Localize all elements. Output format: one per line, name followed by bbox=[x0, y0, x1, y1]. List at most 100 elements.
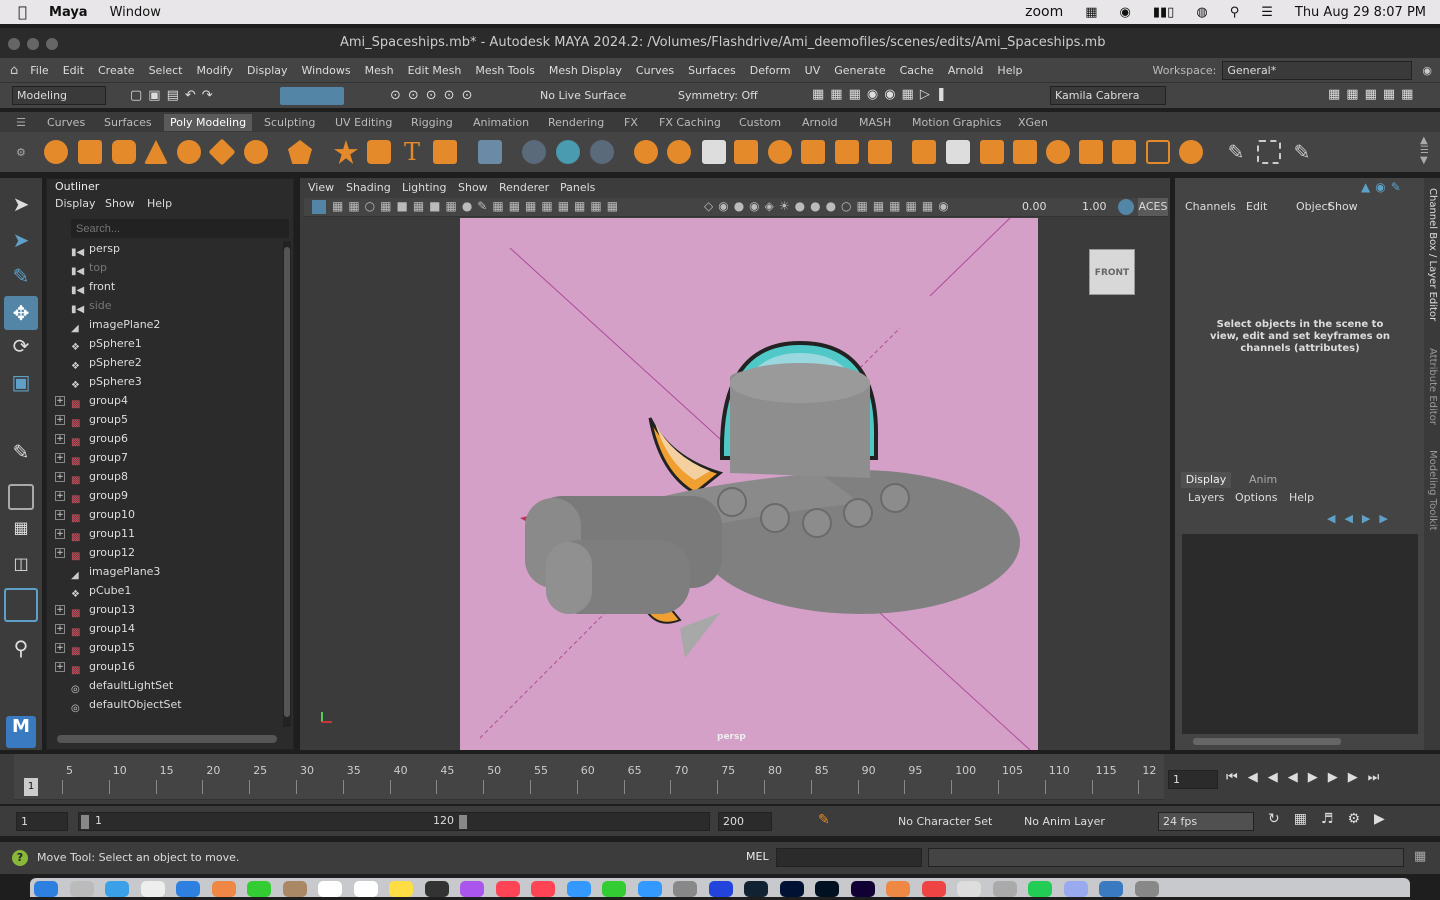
offset-edge-loop-icon[interactable] bbox=[1179, 140, 1203, 164]
current-frame-field[interactable]: 1 bbox=[1168, 770, 1218, 789]
expand-icon[interactable]: + bbox=[55, 396, 65, 406]
outliner-item[interactable]: ▮◀ top bbox=[55, 258, 107, 277]
menu-edit-mesh[interactable]: Edit Mesh bbox=[408, 64, 462, 77]
shelf-options-icon[interactable]: ⚙ bbox=[16, 146, 26, 159]
reminders-icon[interactable] bbox=[353, 881, 378, 897]
outliner-item[interactable]: ◎ defaultObjectSet bbox=[55, 695, 182, 714]
apple-icon[interactable]:  bbox=[18, 3, 27, 21]
render-icons[interactable]: ▦▦▦◉◉▦▷❚ bbox=[812, 87, 1002, 105]
outliner-item[interactable]: ▮◀ front bbox=[55, 277, 115, 296]
poly-cone-icon[interactable] bbox=[144, 140, 168, 164]
mail-icon[interactable] bbox=[176, 881, 200, 897]
outliner-item[interactable]: ❖ pSphere3 bbox=[55, 372, 142, 391]
shelf-tab-mash[interactable]: MASH bbox=[853, 114, 897, 131]
side-tab-modeling-toolkit[interactable]: Modeling Toolkit bbox=[1426, 450, 1438, 540]
range-slider[interactable]: 1 120 bbox=[78, 812, 710, 831]
chrome-app-icon[interactable] bbox=[921, 881, 946, 897]
colorspace-label[interactable]: ACES bbox=[1138, 198, 1168, 216]
search-app-icon[interactable] bbox=[992, 881, 1017, 897]
menu-curves[interactable]: Curves bbox=[636, 64, 674, 77]
system-settings-icon[interactable] bbox=[673, 881, 697, 897]
outliner-vertical-scrollbar[interactable] bbox=[283, 241, 291, 727]
outliner-menu-display[interactable]: Display bbox=[55, 197, 96, 210]
expand-icon[interactable]: + bbox=[55, 624, 65, 634]
outliner-item[interactable]: ◢ imagePlane3 bbox=[55, 562, 160, 581]
layer-list[interactable] bbox=[1182, 534, 1418, 734]
platonic-solid-icon[interactable] bbox=[288, 140, 312, 164]
poly-torus-icon[interactable] bbox=[177, 140, 201, 164]
expand-icon[interactable]: + bbox=[55, 529, 65, 539]
smooth-icon[interactable] bbox=[768, 140, 792, 164]
app-store-icon[interactable] bbox=[637, 881, 662, 897]
expand-icon[interactable]: + bbox=[55, 453, 65, 463]
menuset-select[interactable]: Modeling bbox=[12, 86, 106, 105]
playback-controls[interactable]: ⏮◀◀◀▶▶▶⏭ bbox=[1226, 770, 1438, 790]
menu-edit[interactable]: Edit bbox=[63, 64, 84, 77]
viewport-menu-show[interactable]: Show bbox=[458, 181, 488, 194]
fps-select[interactable]: 24 fps bbox=[1158, 812, 1254, 831]
layer-tab-display[interactable]: Display bbox=[1181, 472, 1231, 488]
channel-box-toggle-icons[interactable]: ▲◉✎ bbox=[1361, 180, 1421, 196]
menu-mesh-display[interactable]: Mesh Display bbox=[549, 64, 622, 77]
outliner-item[interactable]: ▮◀ side bbox=[55, 296, 112, 315]
blender-icon[interactable] bbox=[886, 881, 910, 897]
channel-menu-show[interactable]: Show bbox=[1328, 200, 1358, 213]
menu-modify[interactable]: Modify bbox=[197, 64, 233, 77]
expand-icon[interactable]: + bbox=[55, 662, 65, 672]
live-surface-field[interactable]: No Live Surface bbox=[540, 89, 626, 102]
spotify-icon[interactable] bbox=[1028, 881, 1052, 897]
outliner-layout-icon[interactable] bbox=[4, 588, 38, 622]
control-center-icon[interactable]: ☰ bbox=[1261, 5, 1273, 20]
combine-icon[interactable] bbox=[634, 140, 658, 164]
shelf-menu-icon[interactable]: ☰ bbox=[16, 116, 26, 129]
viewport-menu-view[interactable]: View bbox=[308, 181, 334, 194]
menu-windows[interactable]: Windows bbox=[302, 64, 351, 77]
tv-icon[interactable] bbox=[424, 881, 449, 897]
bevel-icon[interactable] bbox=[946, 140, 970, 164]
lock-icon[interactable]: ◉ bbox=[1422, 64, 1432, 77]
zoom-status[interactable]: zoom bbox=[1025, 4, 1063, 20]
reset-transform-icon[interactable] bbox=[590, 140, 614, 164]
multi-cut-icon[interactable] bbox=[1013, 140, 1037, 164]
outliner-search-input[interactable] bbox=[71, 219, 289, 238]
outliner-item[interactable]: ❖ pCube1 bbox=[55, 581, 131, 600]
poly-sphere-icon[interactable] bbox=[44, 140, 68, 164]
side-tab-channel-box[interactable]: Channel Box / Layer Editor bbox=[1426, 188, 1438, 338]
collapse-icon[interactable] bbox=[1112, 140, 1136, 164]
viewport-menu-panels[interactable]: Panels bbox=[560, 181, 595, 194]
zoom-app-icon[interactable] bbox=[708, 881, 733, 897]
menu-create[interactable]: Create bbox=[98, 64, 135, 77]
fill-hole-icon[interactable] bbox=[801, 140, 825, 164]
shelf-tab-curves[interactable]: Curves bbox=[41, 114, 91, 131]
select-tool-icon[interactable]: ➤ bbox=[8, 192, 34, 218]
outliner-item[interactable]: + ▩ group5 bbox=[55, 410, 128, 429]
menu-arnold[interactable]: Arnold bbox=[948, 64, 984, 77]
display-icon[interactable]: ▦ bbox=[1085, 5, 1097, 20]
separate-icon[interactable] bbox=[667, 140, 691, 164]
super-shape-icon[interactable] bbox=[334, 140, 358, 164]
zoom-search-icon[interactable]: ⚲ bbox=[8, 636, 34, 662]
current-time-marker[interactable]: 1 bbox=[24, 778, 38, 796]
viewport-menu-shading[interactable]: Shading bbox=[346, 181, 391, 194]
shelf-tab-motion-graphics[interactable]: Motion Graphics bbox=[906, 114, 1007, 131]
script-language[interactable]: MEL bbox=[746, 850, 769, 863]
menu-mesh[interactable]: Mesh bbox=[365, 64, 394, 77]
anim-start-field[interactable]: 1 bbox=[16, 812, 68, 831]
photoshop-icon[interactable] bbox=[779, 881, 804, 897]
anim-end-field[interactable]: 200 bbox=[718, 812, 772, 831]
photos-icon[interactable] bbox=[211, 881, 236, 897]
layer-menu-options[interactable]: Options bbox=[1235, 491, 1277, 504]
append-icon[interactable] bbox=[980, 140, 1004, 164]
rotate-tool-icon[interactable]: ⟳ bbox=[8, 334, 34, 360]
timeline-track[interactable]: 5 10 15 20 25 30 35 40 45 50 55 60 65 70 75 80 85 90 95 100… bbox=[14, 754, 1164, 800]
bridge-icon[interactable] bbox=[868, 140, 892, 164]
outliner-item[interactable]: ◎ defaultLightSet bbox=[55, 676, 173, 695]
layer-action-icons[interactable]: ◀◀▶▶ bbox=[1327, 512, 1417, 526]
menu-display[interactable]: Display bbox=[247, 64, 288, 77]
chrome-icon[interactable] bbox=[140, 881, 165, 897]
panel-toggle-icons[interactable]: ▦▦▦▦▦ bbox=[1328, 87, 1438, 105]
layer-menu-help[interactable]: Help bbox=[1289, 491, 1314, 504]
shelf-tab-surfaces[interactable]: Surfaces bbox=[98, 114, 158, 131]
outliner-list[interactable]: ▮◀ persp ▮◀ top ▮◀ front ▮◀ side ◢ imagePlane2 ❖ pS… bbox=[47, 239, 283, 725]
view-cube[interactable]: FRONT bbox=[1089, 249, 1135, 295]
